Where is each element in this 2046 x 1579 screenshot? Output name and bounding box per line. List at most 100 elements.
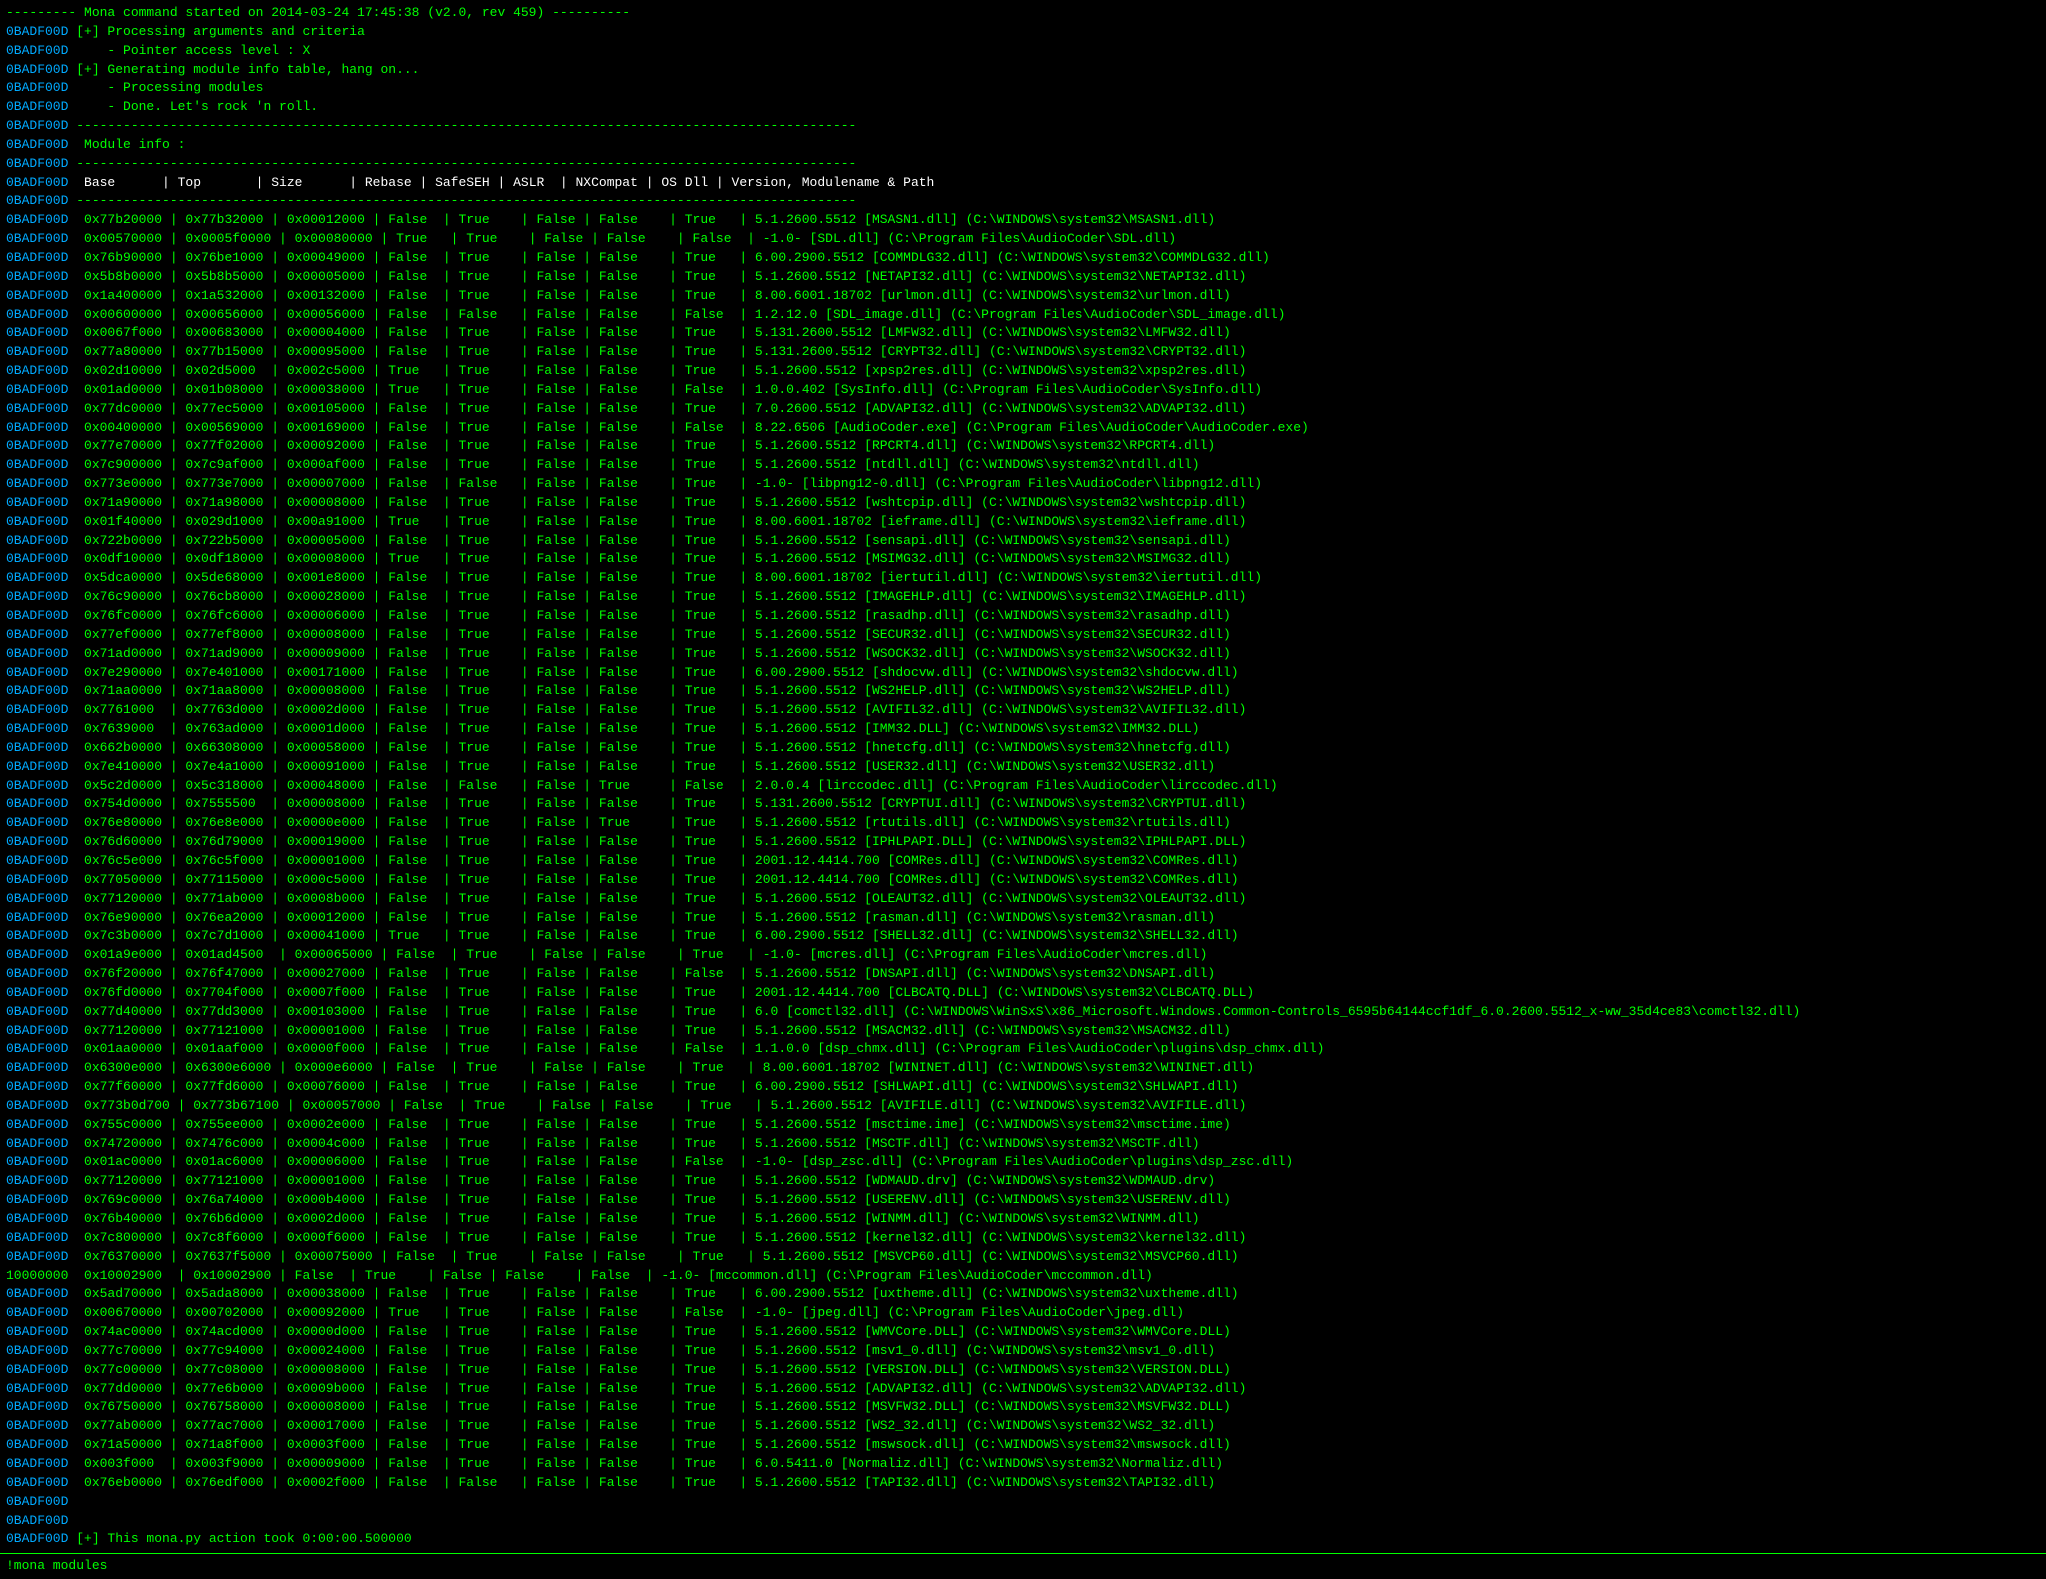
line-content: 0x76d60000 | 0x76d79000 | 0x00019000 | F…: [76, 833, 1246, 852]
terminal-line: 0BADF00D 0x77120000 | 0x77121000 | 0x000…: [6, 1172, 2040, 1191]
line-addr: 0BADF00D: [6, 79, 76, 98]
line-addr: 0BADF00D: [6, 1361, 76, 1380]
terminal-line: 0BADF00D 0x7639000 | 0x763ad000 | 0x0001…: [6, 720, 2040, 739]
line-addr: 0BADF00D: [6, 1493, 76, 1512]
line-addr: 0BADF00D: [6, 871, 76, 890]
line-content: 0x10002900 | 0x10002900 | False | True |…: [76, 1267, 1153, 1286]
line-addr: 0BADF00D: [6, 1323, 76, 1342]
line-addr: 0BADF00D: [6, 814, 76, 833]
line-addr: 0BADF00D: [6, 419, 76, 438]
line-addr: 0BADF00D: [6, 909, 76, 928]
line-addr: 0BADF00D: [6, 136, 76, 155]
terminal-line: 0BADF00D - Done. Let's rock 'n roll.: [6, 98, 2040, 117]
terminal-line: 0BADF00D 0x1a400000 | 0x1a532000 | 0x001…: [6, 287, 2040, 306]
terminal-line: 0BADF00D 0x76d60000 | 0x76d79000 | 0x000…: [6, 833, 2040, 852]
line-content: Module info :: [76, 136, 185, 155]
line-addr: 0BADF00D: [6, 494, 76, 513]
line-addr: 0BADF00D: [6, 1097, 76, 1116]
terminal-line: 0BADF00D 0x71a90000 | 0x71a98000 | 0x000…: [6, 494, 2040, 513]
line-content: 0x77ef0000 | 0x77ef8000 | 0x00008000 | F…: [76, 626, 1231, 645]
terminal-line: 0BADF00D 0x0df10000 | 0x0df18000 | 0x000…: [6, 550, 2040, 569]
line-addr: 0BADF00D: [6, 400, 76, 419]
line-content: 0x77b20000 | 0x77b32000 | 0x00012000 | F…: [76, 211, 1215, 230]
line-content: 0x76b90000 | 0x76be1000 | 0x00049000 | F…: [76, 249, 1270, 268]
line-addr: 0BADF00D: [6, 1040, 76, 1059]
terminal-line: 0BADF00D 0x76c5e000 | 0x76c5f000 | 0x000…: [6, 852, 2040, 871]
line-addr: 0BADF00D: [6, 739, 76, 758]
line-content: 0x76370000 | 0x7637f5000 | 0x00075000 | …: [76, 1248, 1238, 1267]
line-content: 0x7e410000 | 0x7e4a1000 | 0x00091000 | F…: [76, 758, 1215, 777]
line-content: 0x00670000 | 0x00702000 | 0x00092000 | T…: [76, 1304, 1184, 1323]
line-content: 0x7e290000 | 0x7e401000 | 0x00171000 | F…: [76, 664, 1238, 683]
line-addr: 0BADF00D: [6, 607, 76, 626]
line-content: 0x76f20000 | 0x76f47000 | 0x00027000 | F…: [76, 965, 1215, 984]
line-addr: 0BADF00D: [6, 833, 76, 852]
line-addr: 0BADF00D: [6, 1304, 76, 1323]
line-content: 0x1a400000 | 0x1a532000 | 0x00132000 | F…: [76, 287, 1231, 306]
terminal-line: 0BADF00D 0x77120000 | 0x771ab000 | 0x000…: [6, 890, 2040, 909]
terminal-line: 0BADF00D 0x01a9e000 | 0x01ad4500 | 0x000…: [6, 946, 2040, 965]
line-addr: 0BADF00D: [6, 965, 76, 984]
terminal-line: 0BADF00D 0x76e80000 | 0x76e8e000 | 0x000…: [6, 814, 2040, 833]
line-content: 0x76c5e000 | 0x76c5f000 | 0x00001000 | F…: [76, 852, 1238, 871]
line-content: 0x77c70000 | 0x77c94000 | 0x00024000 | F…: [76, 1342, 1215, 1361]
terminal-line: 0BADF00D [+] Processing arguments and cr…: [6, 23, 2040, 42]
terminal-line: 0BADF00D 0x02d10000 | 0x02d5000 | 0x002c…: [6, 362, 2040, 381]
line-content: 0x76eb0000 | 0x76edf000 | 0x0002f000 | F…: [76, 1474, 1215, 1493]
line-addr: 0BADF00D: [6, 777, 76, 796]
line-addr: 0BADF00D: [6, 98, 76, 117]
line-addr: 0BADF00D: [6, 852, 76, 871]
terminal-line: 10000000 0x10002900 | 0x10002900 | False…: [6, 1267, 2040, 1286]
line-content: 0x77120000 | 0x77121000 | 0x00001000 | F…: [76, 1172, 1215, 1191]
line-addr: 0BADF00D: [6, 664, 76, 683]
line-addr: 0BADF00D: [6, 211, 76, 230]
line-content: 0x5b8b0000 | 0x5b8b5000 | 0x00005000 | F…: [76, 268, 1246, 287]
line-addr: 0BADF00D: [6, 701, 76, 720]
line-addr: 0BADF00D: [6, 1436, 76, 1455]
line-content: --------- Mona command started on 2014-0…: [6, 4, 630, 23]
line-addr: 0BADF00D: [6, 174, 76, 193]
line-content: 0x76b40000 | 0x76b6d000 | 0x0002d000 | F…: [76, 1210, 1199, 1229]
terminal-line: 0BADF00D -------------------------------…: [6, 117, 2040, 136]
line-content: 0x77a80000 | 0x77b15000 | 0x00095000 | F…: [76, 343, 1246, 362]
terminal-line: 0BADF00D 0x77c00000 | 0x77c08000 | 0x000…: [6, 1361, 2040, 1380]
terminal: --------- Mona command started on 2014-0…: [0, 0, 2046, 1553]
line-addr: 0BADF00D: [6, 1022, 76, 1041]
terminal-line: 0BADF00D 0x773b0d700 | 0x773b67100 | 0x0…: [6, 1097, 2040, 1116]
line-addr: 0BADF00D: [6, 513, 76, 532]
terminal-line: 0BADF00D 0x773e0000 | 0x773e7000 | 0x000…: [6, 475, 2040, 494]
line-addr: 0BADF00D: [6, 946, 76, 965]
line-addr: 0BADF00D: [6, 795, 76, 814]
line-content: 0x773e0000 | 0x773e7000 | 0x00007000 | F…: [76, 475, 1262, 494]
terminal-line: 0BADF00D [+] Generating module info tabl…: [6, 61, 2040, 80]
line-addr: 0BADF00D: [6, 1210, 76, 1229]
line-addr: 0BADF00D: [6, 1417, 76, 1436]
line-addr: 0BADF00D: [6, 1003, 76, 1022]
terminal-line: 0BADF00D 0x77050000 | 0x77115000 | 0x000…: [6, 871, 2040, 890]
terminal-line: 0BADF00D 0x76f20000 | 0x76f47000 | 0x000…: [6, 965, 2040, 984]
line-addr: 0BADF00D: [6, 1248, 76, 1267]
line-content: 0x77d40000 | 0x77dd3000 | 0x00103000 | F…: [76, 1003, 1800, 1022]
terminal-line: 0BADF00D 0x76e90000 | 0x76ea2000 | 0x000…: [6, 909, 2040, 928]
terminal-line: 0BADF00D 0x71ad0000 | 0x71ad9000 | 0x000…: [6, 645, 2040, 664]
terminal-line: 0BADF00D 0x7c900000 | 0x7c9af000 | 0x000…: [6, 456, 2040, 475]
terminal-line: 0BADF00D 0x76b90000 | 0x76be1000 | 0x000…: [6, 249, 2040, 268]
terminal-line: 0BADF00D 0x71a50000 | 0x71a8f000 | 0x000…: [6, 1436, 2040, 1455]
line-content: ----------------------------------------…: [76, 192, 856, 211]
line-content: 0x01f40000 | 0x029d1000 | 0x00a91000 | T…: [76, 513, 1246, 532]
line-addr: 0BADF00D: [6, 1512, 76, 1531]
line-addr: 0BADF00D: [6, 306, 76, 325]
line-content: 0x71ad0000 | 0x71ad9000 | 0x00009000 | F…: [76, 645, 1231, 664]
line-addr: 0BADF00D: [6, 1285, 76, 1304]
line-content: 0x755c0000 | 0x755ee000 | 0x0002e000 | F…: [76, 1116, 1231, 1135]
line-content: - Pointer access level : X: [76, 42, 310, 61]
line-content: 0x77050000 | 0x77115000 | 0x000c5000 | F…: [76, 871, 1238, 890]
line-content: 0x76c90000 | 0x76cb8000 | 0x00028000 | F…: [76, 588, 1246, 607]
terminal-line: 0BADF00D 0x76750000 | 0x76758000 | 0x000…: [6, 1398, 2040, 1417]
line-content: 0x769c0000 | 0x76a74000 | 0x000b4000 | F…: [76, 1191, 1231, 1210]
terminal-line: 0BADF00D 0x7c800000 | 0x7c8f6000 | 0x000…: [6, 1229, 2040, 1248]
terminal-line: 0BADF00D Base | Top | Size | Rebase | Sa…: [6, 174, 2040, 193]
line-addr: 0BADF00D: [6, 1135, 76, 1154]
line-content: 0x6300e000 | 0x6300e6000 | 0x000e6000 | …: [76, 1059, 1254, 1078]
line-addr: 0BADF00D: [6, 268, 76, 287]
